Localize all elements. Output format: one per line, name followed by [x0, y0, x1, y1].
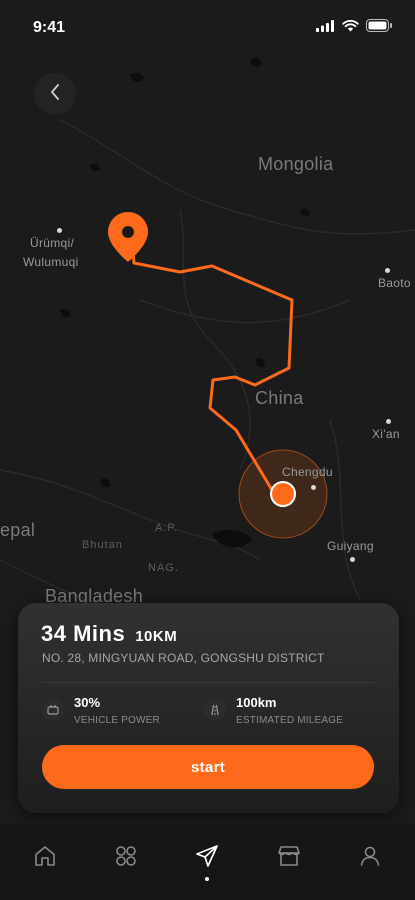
tab-store[interactable] [272, 841, 306, 875]
navigation-icon [194, 843, 220, 874]
active-tab-indicator [205, 877, 209, 881]
trip-distance: 10KM [135, 628, 178, 645]
store-icon [276, 844, 302, 873]
home-icon [33, 844, 57, 873]
estimated-mileage-value: 100km [236, 695, 277, 710]
map-label-nepal: epal [0, 520, 36, 540]
estimated-mileage-metric: 100km ESTIMATED MILEAGE [204, 695, 343, 726]
map-label-guiyang: Guiyang [327, 539, 374, 553]
city-dot [386, 419, 391, 424]
card-divider [42, 682, 375, 683]
estimated-mileage-label: ESTIMATED MILEAGE [236, 715, 344, 726]
map-label-mongolia: Mongolia [258, 154, 334, 174]
trip-address: NO. 28, MINGYUAN ROAD, GONGSHU DISTRICT [42, 651, 325, 665]
tab-bar [0, 825, 415, 900]
tab-navigation[interactable] [190, 841, 224, 875]
map-label-xian: Xi'an [372, 427, 400, 441]
map-label-urumqi: Ürümqi/ [30, 236, 75, 250]
grid-icon [114, 844, 138, 873]
back-button[interactable] [34, 73, 76, 115]
battery-icon [42, 699, 64, 721]
city-dot [385, 268, 390, 273]
start-button[interactable]: start [42, 745, 374, 789]
map-label-chengdu: Chengdu [282, 465, 333, 479]
map-label-wulumuqi: Wulumuqi [23, 255, 79, 269]
chevron-left-icon [49, 83, 61, 106]
city-dot [350, 557, 355, 562]
vehicle-power-metric: 30% VEHICLE POWER [42, 695, 160, 726]
road-icon [204, 699, 226, 721]
tab-home[interactable] [28, 841, 62, 875]
status-icons [316, 19, 393, 37]
wifi-icon [342, 19, 359, 37]
trip-duration: 34 Mins [41, 621, 126, 646]
battery-status-icon [366, 19, 393, 37]
map-label-nag: NAG. [148, 562, 179, 574]
trip-card: 34 Mins 10KM NO. 28, MINGYUAN ROAD, GONG… [18, 603, 399, 813]
map-label-bhutan: Bhutan [82, 539, 123, 551]
tab-services[interactable] [109, 841, 143, 875]
trip-summary: 34 Mins 10KM [41, 621, 177, 647]
status-time: 9:41 [33, 19, 66, 36]
signal-icon [316, 19, 335, 37]
vehicle-power-label: VEHICLE POWER [74, 715, 160, 726]
map-label-ap: A.P. [155, 522, 179, 534]
profile-icon [358, 844, 382, 873]
vehicle-power-value: 30% [74, 695, 101, 710]
tab-profile[interactable] [353, 841, 387, 875]
status-bar: 9:41 [0, 0, 415, 52]
city-dot [57, 228, 62, 233]
map-label-baotou: Baoto [378, 276, 411, 290]
map-label-china: China [255, 388, 304, 408]
city-dot [311, 485, 316, 490]
